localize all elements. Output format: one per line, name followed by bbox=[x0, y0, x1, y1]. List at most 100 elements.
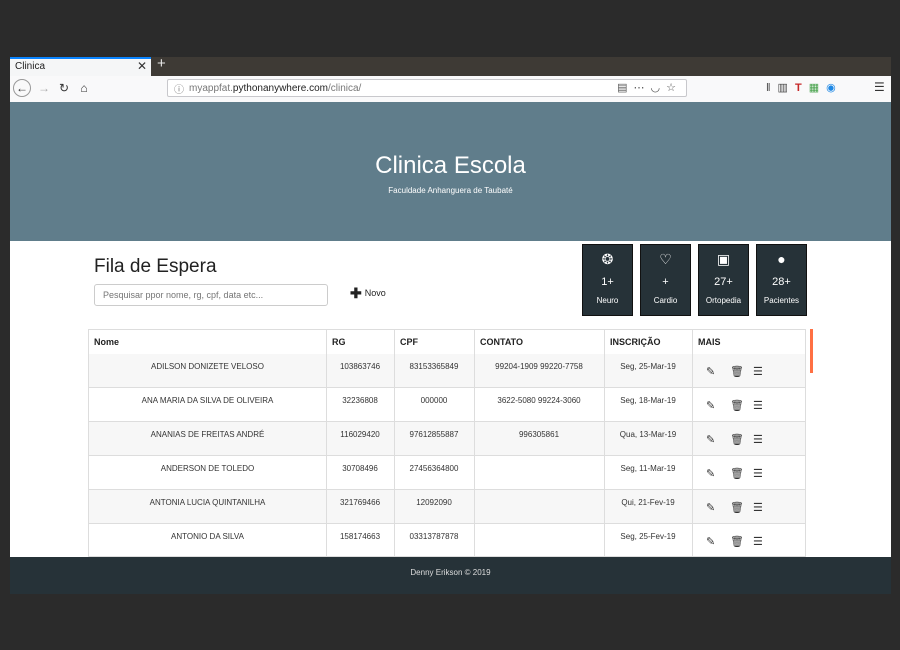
cell-rg: 321769466 bbox=[339, 498, 381, 507]
tab-clinica[interactable]: Clinica ✕ bbox=[10, 57, 151, 76]
cell-rg: 32236808 bbox=[342, 396, 378, 405]
column-divider bbox=[394, 330, 395, 556]
cell-contato: 3622-5080 99224-3060 bbox=[497, 396, 581, 405]
url-bar[interactable]: ⓘ myappfat.pythonanywhere.com/clinica/ ▤… bbox=[167, 79, 687, 97]
pocket-icon[interactable]: ◡ bbox=[651, 82, 667, 94]
stat-label: Cardio bbox=[653, 296, 678, 305]
hero-title: Clinica Escola bbox=[375, 152, 526, 179]
column-divider bbox=[326, 330, 327, 556]
cell-nome: ANANIAS DE FREITAS ANDRÉ bbox=[150, 430, 265, 439]
list-icon[interactable]: ☰ bbox=[753, 467, 763, 480]
menu-icon[interactable]: ☰ bbox=[874, 80, 885, 94]
table-row: ANANIAS DE FREITAS ANDRÉ 116029420 97612… bbox=[89, 422, 805, 456]
list-icon[interactable]: ☰ bbox=[753, 433, 763, 446]
stat-label: Neuro bbox=[596, 296, 619, 305]
cell-nome: ANDERSON DE TOLEDO bbox=[160, 464, 255, 473]
table-header: Nome RG CPF CONTATO INSCRIÇÃO MAIS bbox=[89, 330, 805, 356]
stat-label: Ortopedia bbox=[705, 296, 742, 305]
header-mais: MAIS bbox=[698, 337, 721, 347]
hero-subtitle: Faculdade Anhanguera de Taubaté bbox=[388, 186, 513, 195]
footer-text: Denny Erikson © 2019 bbox=[410, 568, 491, 577]
page-actions-icon[interactable]: ⋯ bbox=[634, 82, 651, 94]
new-tab-button[interactable]: + bbox=[157, 57, 166, 72]
trash-icon[interactable]: 🗑 bbox=[730, 501, 744, 514]
info-icon[interactable]: ⓘ bbox=[174, 81, 184, 96]
cell-inscricao: Qui, 21-Fev-19 bbox=[621, 498, 675, 507]
cell-inscricao: Seg, 25-Mar-19 bbox=[620, 362, 676, 371]
cell-inscricao: Seg, 25-Fev-19 bbox=[620, 532, 676, 541]
plus-icon: ✚ bbox=[350, 285, 362, 301]
list-icon[interactable]: ☰ bbox=[753, 399, 763, 412]
header-rg: RG bbox=[332, 337, 346, 347]
edit-icon[interactable]: ✎ bbox=[706, 399, 715, 412]
xray-icon: ▣ bbox=[716, 251, 731, 267]
column-divider bbox=[692, 330, 693, 556]
stat-value: 1+ bbox=[601, 276, 614, 288]
user-icon: ● bbox=[777, 251, 786, 267]
stat-card-neuro[interactable]: ❂ 1+ Neuro bbox=[582, 244, 633, 316]
back-icon[interactable]: ← bbox=[13, 79, 31, 97]
url-actions: ▤⋯◡☆ bbox=[617, 81, 682, 94]
patients-table: Nome RG CPF CONTATO INSCRIÇÃO MAIS ADILS… bbox=[88, 329, 806, 557]
cell-inscricao: Qua, 13-Mar-19 bbox=[619, 430, 677, 439]
trash-icon[interactable]: 🗑 bbox=[730, 365, 744, 378]
stat-card-cardio[interactable]: ♡ + Cardio bbox=[640, 244, 691, 316]
cell-cpf: 000000 bbox=[420, 396, 448, 405]
stat-value: + bbox=[662, 276, 669, 288]
url-text[interactable]: myappfat.pythonanywhere.com/clinica/ bbox=[189, 83, 361, 94]
cell-rg: 30708496 bbox=[342, 464, 378, 473]
cell-rg: 103863746 bbox=[339, 362, 381, 371]
sidebar-icon[interactable]: ▥ bbox=[778, 82, 795, 94]
stat-label: Pacientes bbox=[763, 296, 800, 305]
url-prefix: myappfat. bbox=[189, 83, 233, 94]
stat-card-pacientes[interactable]: ● 28+ Pacientes bbox=[756, 244, 807, 316]
table-row: ANA MARIA DA SILVA DE OLIVEIRA 32236808 … bbox=[89, 388, 805, 422]
close-tab-icon[interactable]: ✕ bbox=[137, 59, 147, 73]
list-icon[interactable]: ☰ bbox=[753, 501, 763, 514]
table-row: ANTONIA LUCIA QUINTANILHA 321769466 1209… bbox=[89, 490, 805, 524]
trash-icon[interactable]: 🗑 bbox=[730, 467, 744, 480]
browser-window: Clinica ✕ + ← → ↻ ⌂ ⓘ myappfat.pythonany… bbox=[10, 57, 891, 594]
stat-value: 28+ bbox=[772, 276, 791, 288]
forward-icon[interactable]: → bbox=[35, 79, 53, 97]
column-divider bbox=[474, 330, 475, 556]
url-domain: pythonanywhere.com bbox=[232, 83, 328, 94]
trash-icon[interactable]: 🗑 bbox=[730, 433, 744, 446]
search-input[interactable] bbox=[94, 284, 328, 306]
cell-contato: 996305861 bbox=[518, 430, 560, 439]
toolbar-icons: ‖▥T▦◉ bbox=[766, 81, 843, 94]
reload-icon[interactable]: ↻ bbox=[55, 79, 73, 97]
bookmark-star-icon[interactable]: ☆ bbox=[666, 82, 682, 94]
table-scrollbar[interactable] bbox=[810, 329, 813, 373]
table-row: ANTONIO DA SILVA 158174663 03313787878 S… bbox=[89, 524, 805, 556]
reader-view-icon[interactable]: ▤ bbox=[617, 82, 633, 94]
edit-icon[interactable]: ✎ bbox=[706, 433, 715, 446]
footer: Denny Erikson © 2019 bbox=[10, 557, 891, 594]
home-icon[interactable]: ⌂ bbox=[75, 79, 93, 97]
edit-icon[interactable]: ✎ bbox=[706, 501, 715, 514]
trash-icon[interactable]: 🗑 bbox=[730, 535, 744, 548]
stat-card-ortopedia[interactable]: ▣ 27+ Ortopedia bbox=[698, 244, 749, 316]
extension-circle-icon[interactable]: ◉ bbox=[826, 82, 843, 94]
stat-value: 27+ bbox=[714, 276, 733, 288]
cell-nome: ANTONIA LUCIA QUINTANILHA bbox=[149, 498, 266, 507]
extension-t-icon[interactable]: T bbox=[795, 82, 809, 94]
extension-grid-icon[interactable]: ▦ bbox=[809, 82, 826, 94]
nav-bar: ← → ↻ ⌂ ⓘ myappfat.pythonanywhere.com/cl… bbox=[10, 76, 891, 103]
header-cpf: CPF bbox=[400, 337, 418, 347]
cell-cpf: 83153365849 bbox=[409, 362, 459, 371]
edit-icon[interactable]: ✎ bbox=[706, 365, 715, 378]
cell-cpf: 12092090 bbox=[416, 498, 452, 507]
cell-nome: ADILSON DONIZETE VELOSO bbox=[151, 362, 264, 371]
list-icon[interactable]: ☰ bbox=[753, 535, 763, 548]
new-button[interactable]: ✚ Novo bbox=[350, 285, 386, 302]
cell-nome: ANA MARIA DA SILVA DE OLIVEIRA bbox=[141, 396, 274, 405]
edit-icon[interactable]: ✎ bbox=[706, 467, 715, 480]
library-icon[interactable]: ‖ bbox=[766, 82, 778, 94]
cell-cpf: 27456364800 bbox=[409, 464, 459, 473]
trash-icon[interactable]: 🗑 bbox=[730, 399, 744, 412]
cell-contato: 99204-1909 99220-7758 bbox=[495, 362, 583, 371]
edit-icon[interactable]: ✎ bbox=[706, 535, 715, 548]
list-icon[interactable]: ☰ bbox=[753, 365, 763, 378]
cell-rg: 158174663 bbox=[339, 532, 381, 541]
